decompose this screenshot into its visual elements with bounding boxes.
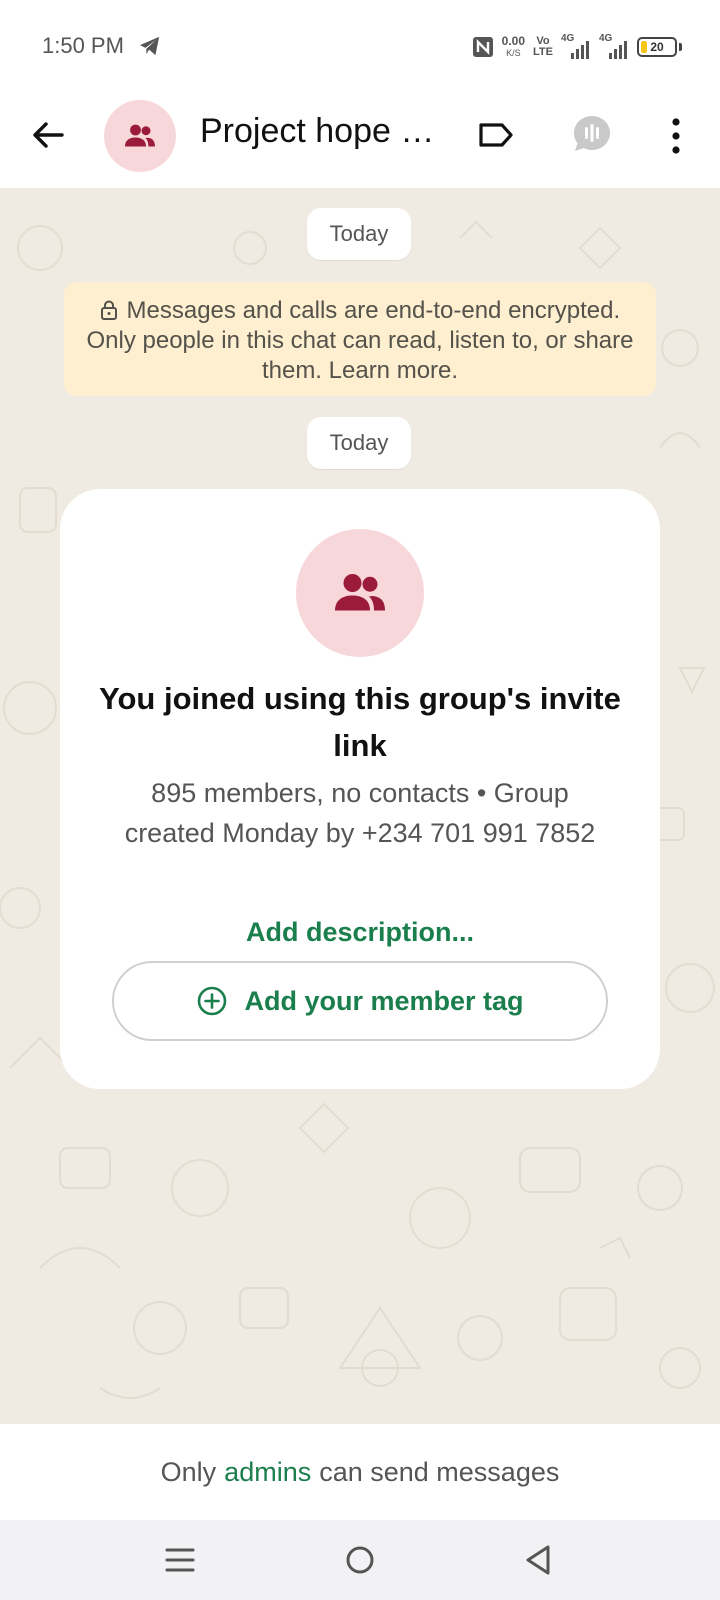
battery-icon: 20 — [637, 37, 677, 57]
encryption-notice[interactable]: Messages and calls are end-to-end encryp… — [64, 282, 656, 396]
net-speed-unit: K/S — [506, 48, 521, 58]
notice-suffix: can send messages — [319, 1456, 560, 1487]
joined-title: You joined using this group's invite lin… — [99, 681, 621, 763]
signal-icon: 4G — [561, 33, 591, 59]
status-icons: 0.00 K/S Vo LTE 4G 4G 20 — [472, 30, 682, 64]
member-tag-label: Add your member tag — [244, 985, 524, 1016]
recent-apps-icon[interactable] — [164, 1542, 196, 1578]
chat-title[interactable]: Project hope p... — [200, 112, 445, 151]
back-arrow-icon[interactable] — [28, 115, 68, 155]
volte-bottom: LTE — [533, 46, 553, 58]
telegram-icon — [140, 36, 160, 56]
home-icon[interactable] — [344, 1542, 376, 1578]
group-details: 895 members, no contacts • Group created… — [124, 778, 596, 848]
plus-circle-icon — [198, 986, 227, 1016]
chat-header: Project hope p... — [0, 92, 720, 188]
notice-prefix: Only — [160, 1456, 217, 1487]
more-vert-icon[interactable] — [664, 114, 688, 158]
status-time: 1:50 PM — [42, 33, 124, 58]
audio-chat-icon[interactable] — [570, 112, 614, 156]
status-bar: 1:50 PM 0.00 K/S Vo LTE 4G 4G 20 — [0, 0, 720, 92]
signal-tag: 4G — [599, 33, 613, 44]
lock-icon — [100, 300, 117, 320]
signal-icon: 4G — [599, 33, 629, 59]
date-chip: Today — [307, 208, 411, 260]
chat-area[interactable]: Today Messages and calls are end-to-end … — [0, 188, 720, 1424]
admins-link[interactable]: admins — [224, 1457, 311, 1488]
group-avatar-large[interactable] — [296, 529, 424, 657]
nav-back-icon[interactable] — [522, 1542, 554, 1578]
admin-only-notice: Only admins can send messages — [0, 1424, 720, 1520]
add-member-tag-button[interactable]: Add your member tag — [112, 961, 608, 1041]
system-nav-bar — [0, 1520, 720, 1600]
net-speed: 0.00 K/S — [502, 35, 525, 59]
volte-indicator: Vo LTE — [533, 36, 553, 58]
signal-tag: 4G — [561, 33, 575, 44]
net-speed-value: 0.00 — [501, 34, 526, 48]
group-info-card: You joined using this group's invite lin… — [60, 489, 660, 1089]
group-icon — [335, 574, 385, 611]
encryption-text: Messages and calls are end-to-end encryp… — [86, 297, 634, 384]
group-icon — [125, 124, 155, 147]
nfc-icon — [472, 37, 493, 57]
label-icon[interactable] — [476, 117, 516, 153]
battery-level: 20 — [650, 40, 664, 54]
group-avatar[interactable] — [104, 100, 176, 172]
add-description-link[interactable]: Add description... — [60, 917, 660, 948]
date-chip: Today — [307, 417, 411, 469]
